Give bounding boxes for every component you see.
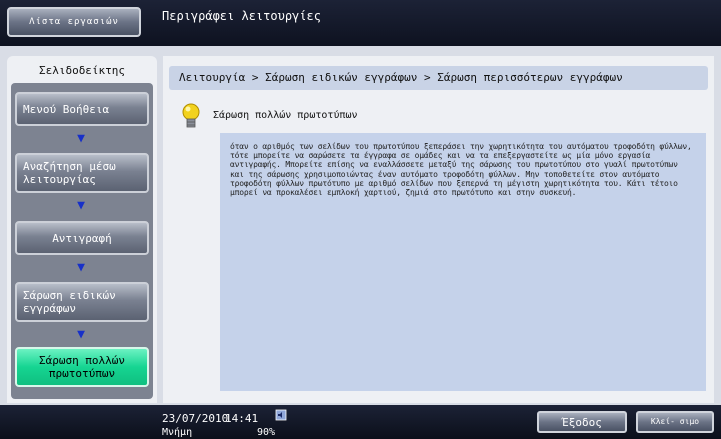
sidebar-item-multi-original-scan[interactable]: Σάρωση πολλών πρωτοτύπων <box>15 347 149 387</box>
breadcrumb: Λειτουργία > Σάρωση ειδικών εγγράφων > Σ… <box>169 66 708 90</box>
memory-label: Μνήμη <box>162 427 193 438</box>
top-bar: Λίστα εργασιών Περιγράφει λειτουργίες <box>0 0 721 46</box>
sidebar-nav: Μενού Βοήθεια ▼ Αναζήτηση μέσω λειτουργί… <box>11 83 153 399</box>
status-bar: 23/07/2010 14:41 Μνήμη 90% Έξοδος Κλεί- … <box>0 405 721 439</box>
sidebar-item-search-by-function[interactable]: Αναζήτηση μέσω λειτουργίας <box>15 153 149 193</box>
screen-title: Περιγράφει λειτουργίες <box>162 9 321 23</box>
arrow-down-icon: ▼ <box>77 327 85 342</box>
status-time: 14:41 <box>225 412 259 425</box>
job-list-button[interactable]: Λίστα εργασιών <box>7 7 141 37</box>
sidebar-item-special-scan[interactable]: Σάρωση ειδικών εγγράφων <box>15 282 149 322</box>
lightbulb-icon <box>182 103 200 128</box>
sidebar-item-label: Σάρωση πολλών πρωτοτύπων <box>38 354 126 380</box>
sidebar-item-help-menu[interactable]: Μενού Βοήθεια <box>15 92 149 126</box>
sidebar-item-label: Μενού Βοήθεια <box>23 102 110 116</box>
description-box: όταν ο αριθμός των σελίδων του πρωτοτύπο… <box>220 133 706 391</box>
sidebar-header: Σελιδοδείκτης <box>38 64 126 77</box>
sidebar-item-copy[interactable]: Αντιγραφή <box>15 221 149 255</box>
sidebar-item-label: Αναζήτηση μέσω λειτουργίας <box>23 160 116 186</box>
bookmark-sidebar: Σελιδοδείκτης Μενού Βοήθεια ▼ Αναζήτηση … <box>7 56 157 403</box>
status-date: 23/07/2010 <box>162 412 229 425</box>
page-title: Σάρωση πολλών πρωτοτύπων <box>213 110 358 121</box>
speaker-icon <box>275 409 287 421</box>
sidebar-item-label: Αντιγραφή <box>52 231 112 245</box>
arrow-down-icon: ▼ <box>77 131 85 146</box>
memory-value: 90% <box>257 427 276 438</box>
sidebar-item-label: Σάρωση ειδικών εγγράφων <box>23 289 116 315</box>
arrow-down-icon: ▼ <box>77 198 85 213</box>
arrow-down-icon: ▼ <box>77 260 85 275</box>
main-panel: Λειτουργία > Σάρωση ειδικών εγγράφων > Σ… <box>163 56 714 403</box>
exit-button[interactable]: Έξοδος <box>537 411 627 433</box>
description-text: όταν ο αριθμός των σελίδων του πρωτοτύπο… <box>230 142 692 198</box>
close-button[interactable]: Κλεί- σιμο <box>636 411 714 433</box>
